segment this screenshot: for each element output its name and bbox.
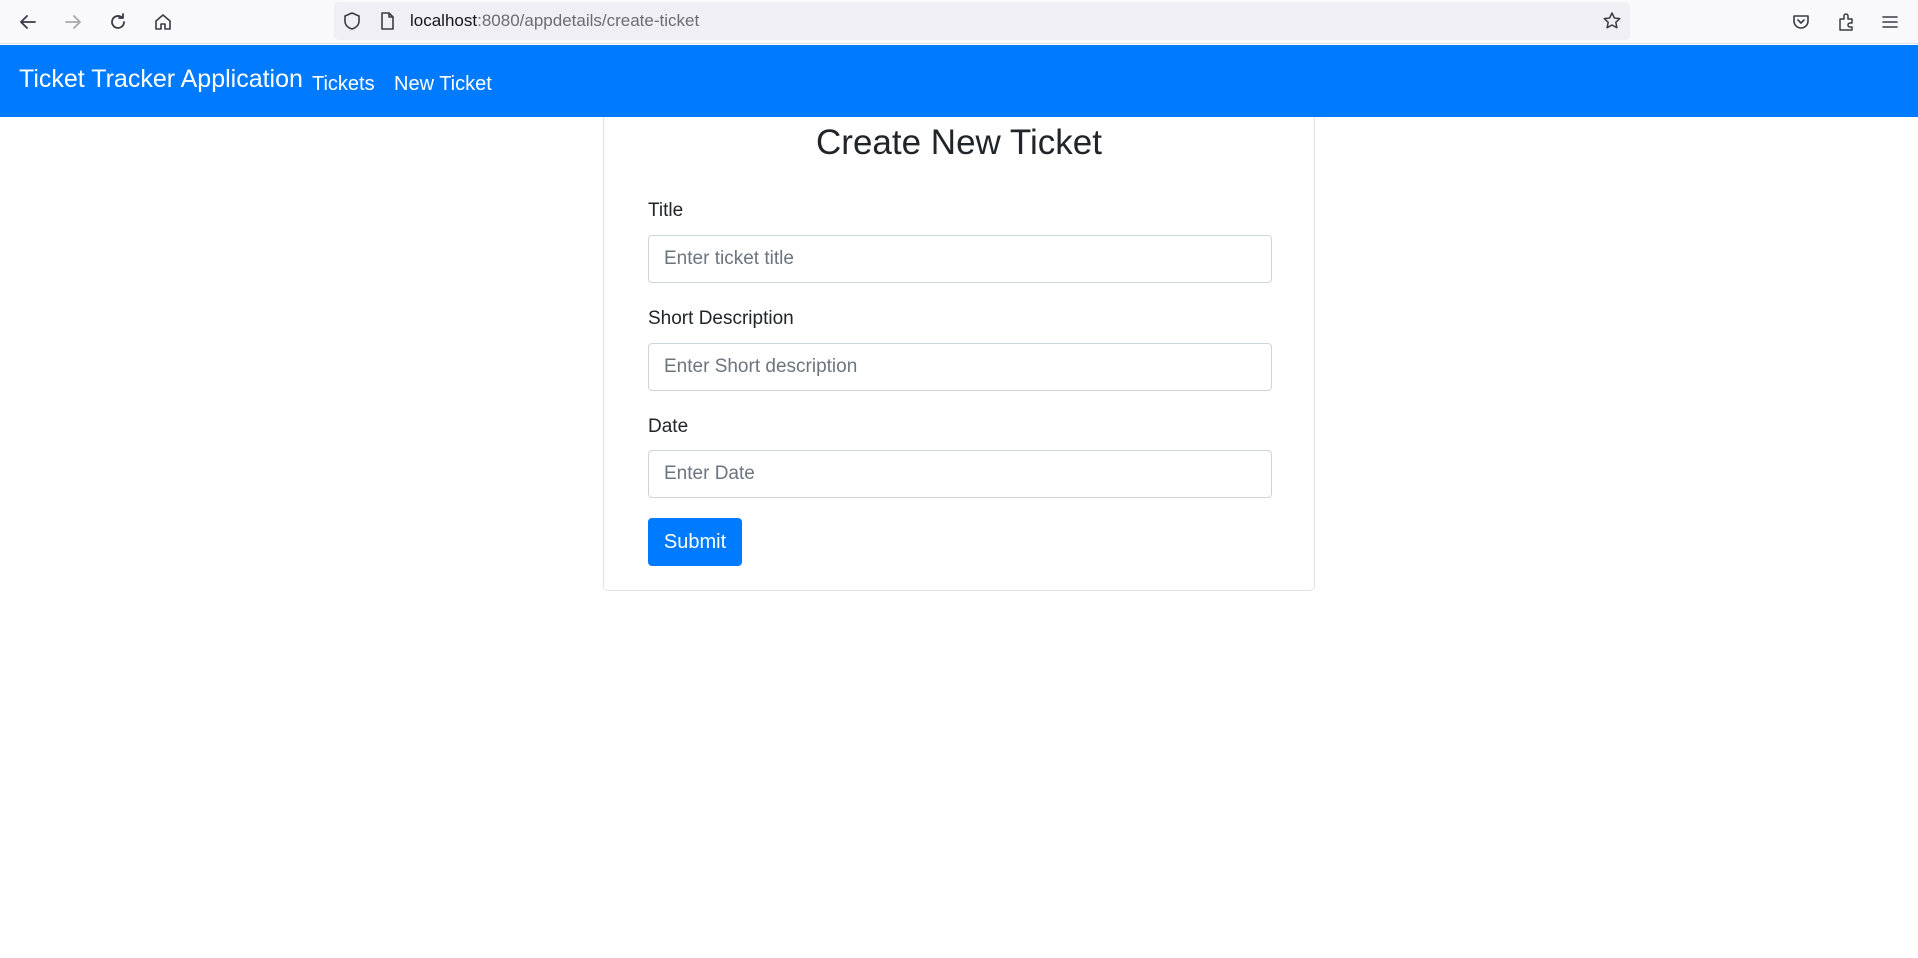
- short-description-input[interactable]: [648, 343, 1272, 391]
- page-title: Create New Ticket: [816, 123, 1102, 162]
- nav-link-new-ticket[interactable]: New Ticket: [394, 71, 492, 97]
- menu-icon: [1882, 16, 1898, 28]
- reload-button[interactable]: [102, 6, 134, 38]
- app-navbar: Ticket Tracker Application Tickets New T…: [0, 45, 1918, 117]
- page-icon: [381, 12, 394, 30]
- extensions-icon: [1839, 13, 1853, 31]
- url-path: :8080/appdetails/create-ticket: [477, 11, 700, 30]
- back-arrow-icon: [20, 15, 36, 29]
- shield-icon[interactable]: [342, 11, 362, 31]
- forward-button[interactable]: [57, 6, 89, 38]
- pocket-icon: [1793, 15, 1809, 29]
- date-input[interactable]: [648, 450, 1272, 498]
- create-ticket-card: Create New Ticket Title Short Descriptio…: [603, 117, 1315, 591]
- navbar-brand[interactable]: Ticket Tracker Application: [19, 63, 303, 95]
- submit-button[interactable]: Submit: [648, 518, 742, 566]
- back-button[interactable]: [12, 6, 44, 38]
- browser-toolbar: localhost:8080/appdetails/create-ticket: [0, 0, 1918, 44]
- nav-link-tickets[interactable]: Tickets: [312, 71, 375, 97]
- forward-arrow-icon: [65, 15, 81, 29]
- pocket-button[interactable]: [1785, 6, 1817, 38]
- url-bar[interactable]: localhost:8080/appdetails/create-ticket: [334, 2, 1630, 40]
- short-description-label: Short Description: [648, 308, 794, 329]
- home-icon: [155, 14, 171, 30]
- reload-icon: [111, 13, 125, 29]
- app-menu-button[interactable]: [1874, 6, 1906, 38]
- bookmark-star-icon[interactable]: [1602, 11, 1622, 31]
- home-button[interactable]: [147, 6, 179, 38]
- url-host: localhost: [410, 11, 478, 30]
- title-label: Title: [648, 200, 684, 221]
- url-text[interactable]: localhost:8080/appdetails/create-ticket: [410, 11, 699, 31]
- extensions-button[interactable]: [1830, 6, 1862, 38]
- title-input[interactable]: [648, 235, 1272, 283]
- date-label: Date: [648, 416, 689, 437]
